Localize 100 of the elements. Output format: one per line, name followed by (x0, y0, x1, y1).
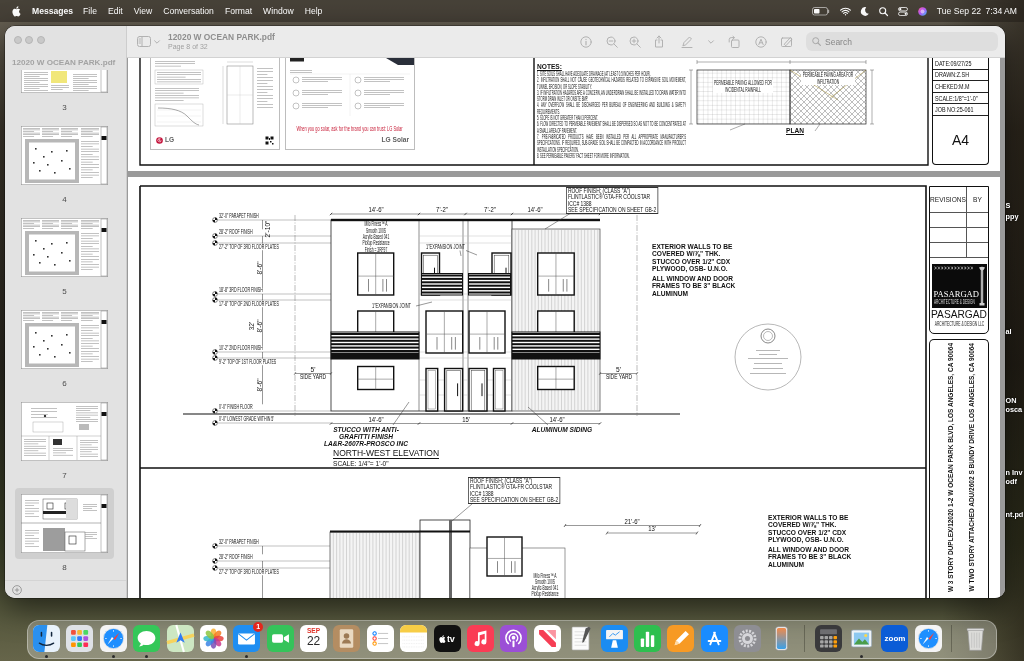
menu-item[interactable]: Edit (107, 5, 123, 17)
menu-item[interactable]: Window (263, 5, 294, 17)
leader-line (527, 406, 549, 426)
map-icon[interactable] (166, 625, 194, 652)
apple-logo-icon (439, 634, 446, 643)
leader-line (415, 301, 433, 307)
orb-icon[interactable] (917, 6, 927, 16)
app-menu[interactable]: Messages (32, 5, 74, 17)
battery-icon[interactable] (811, 6, 830, 16)
leader-line (544, 213, 571, 230)
info-icon[interactable] (580, 35, 592, 48)
menu-item[interactable]: File (83, 5, 97, 17)
presentation-icon[interactable] (600, 625, 628, 652)
search-icon[interactable] (878, 6, 888, 16)
dimension-line (293, 371, 333, 376)
zoom-in-icon[interactable] (629, 35, 641, 48)
search-icon (812, 37, 821, 46)
page-number: 3 (62, 102, 67, 114)
page-number: 7 (62, 470, 67, 482)
letter-a-icon[interactable] (700, 625, 728, 652)
gear-icon[interactable] (734, 625, 762, 652)
leader-line (392, 401, 410, 426)
table-cell (930, 213, 967, 228)
page-thumbnail[interactable] (21, 402, 108, 461)
sidebar-toggle-icon[interactable] (137, 36, 151, 47)
letter-a-circle-icon[interactable] (755, 35, 767, 48)
logo-wordmark: PASARGAD (933, 290, 980, 300)
wifi-icon[interactable] (839, 6, 851, 16)
door (443, 367, 464, 412)
pen-icon[interactable] (681, 35, 693, 48)
menu-item[interactable]: Help (304, 5, 323, 17)
video-camera-icon[interactable] (266, 625, 294, 652)
apple-logo-icon[interactable] (12, 5, 21, 17)
zoom-out-icon[interactable] (606, 35, 618, 48)
rotate-icon[interactable] (728, 35, 740, 48)
page-thumbnail[interactable] (21, 310, 108, 369)
flower-icon[interactable] (199, 625, 227, 652)
column-drawing (977, 266, 986, 306)
speech-bubble-icon[interactable] (133, 625, 161, 652)
pencil-icon[interactable] (667, 625, 695, 652)
window (357, 252, 395, 296)
calculator-icon[interactable] (814, 625, 842, 652)
level-marker-icon (212, 408, 218, 414)
checklist-icon[interactable] (366, 625, 394, 652)
smiling-face-icon[interactable] (32, 625, 60, 652)
page-number: 4 (62, 194, 67, 206)
menu-item[interactable]: Conversation (163, 5, 214, 17)
app-grid-icon[interactable] (66, 625, 94, 652)
pen-in-box-icon[interactable] (781, 36, 794, 47)
search-field[interactable]: Search (806, 32, 998, 51)
elevation-title: NORTH-WEST ELEVATION (333, 448, 440, 459)
door (468, 367, 488, 412)
window-title: 12020 W OCEAN PARK.pdf (168, 32, 275, 42)
dimension-line (598, 371, 639, 376)
envelope-icon[interactable] (233, 625, 261, 652)
compass-icon[interactable] (99, 625, 127, 652)
notepad-icon[interactable] (400, 625, 428, 652)
window (486, 536, 523, 577)
window (468, 310, 506, 354)
window (537, 252, 575, 296)
zoom-app-button[interactable]: zoom (881, 625, 909, 652)
window (537, 365, 575, 391)
sheet-number: A4 (951, 132, 970, 148)
approval-stamp-drawing (734, 323, 802, 391)
cuneiform-drawing (933, 266, 974, 270)
table-cell (930, 228, 967, 243)
plus-circle-icon[interactable] (12, 584, 22, 595)
level-marker-icon (212, 420, 218, 426)
level-marker-icon (212, 543, 218, 549)
window (425, 310, 464, 354)
sidebar-title: 12020 W OCEAN PARK.pdf (12, 58, 116, 68)
broadcast-icon[interactable] (500, 625, 528, 652)
tv-app-button[interactable]: tv (433, 625, 461, 652)
window (425, 367, 439, 412)
balcony-railing (468, 273, 511, 296)
page-thumbnail[interactable] (21, 126, 108, 185)
menu-bar-time[interactable]: 7:34 AM (985, 5, 1017, 17)
leader-line (451, 503, 473, 522)
window (492, 367, 506, 412)
moon-icon[interactable] (860, 6, 869, 16)
dimension-line (262, 545, 263, 598)
address-book-icon[interactable] (333, 625, 361, 652)
page-number: 8 (62, 562, 67, 574)
company-name: PASARGAD (931, 309, 987, 320)
bar-chart-icon[interactable] (634, 625, 661, 652)
toggle-switches-icon[interactable] (897, 6, 908, 16)
menu-item[interactable]: Format (224, 5, 253, 17)
letter-n-icon[interactable] (533, 625, 561, 652)
page-number: 6 (62, 378, 67, 390)
menu-item[interactable]: View (133, 5, 153, 17)
page-number: 5 (62, 286, 67, 298)
menu-bar-date[interactable]: Tue Sep 22 (936, 5, 981, 17)
page-thumbnail[interactable] (21, 218, 108, 277)
compass-icon[interactable] (914, 625, 942, 652)
logo-icon (156, 136, 163, 144)
music-note-icon[interactable] (467, 625, 495, 652)
page-thumbnail[interactable] (15, 488, 114, 559)
page-thumbnail[interactable] (21, 70, 108, 93)
window (357, 365, 395, 391)
share-icon[interactable] (654, 35, 664, 48)
